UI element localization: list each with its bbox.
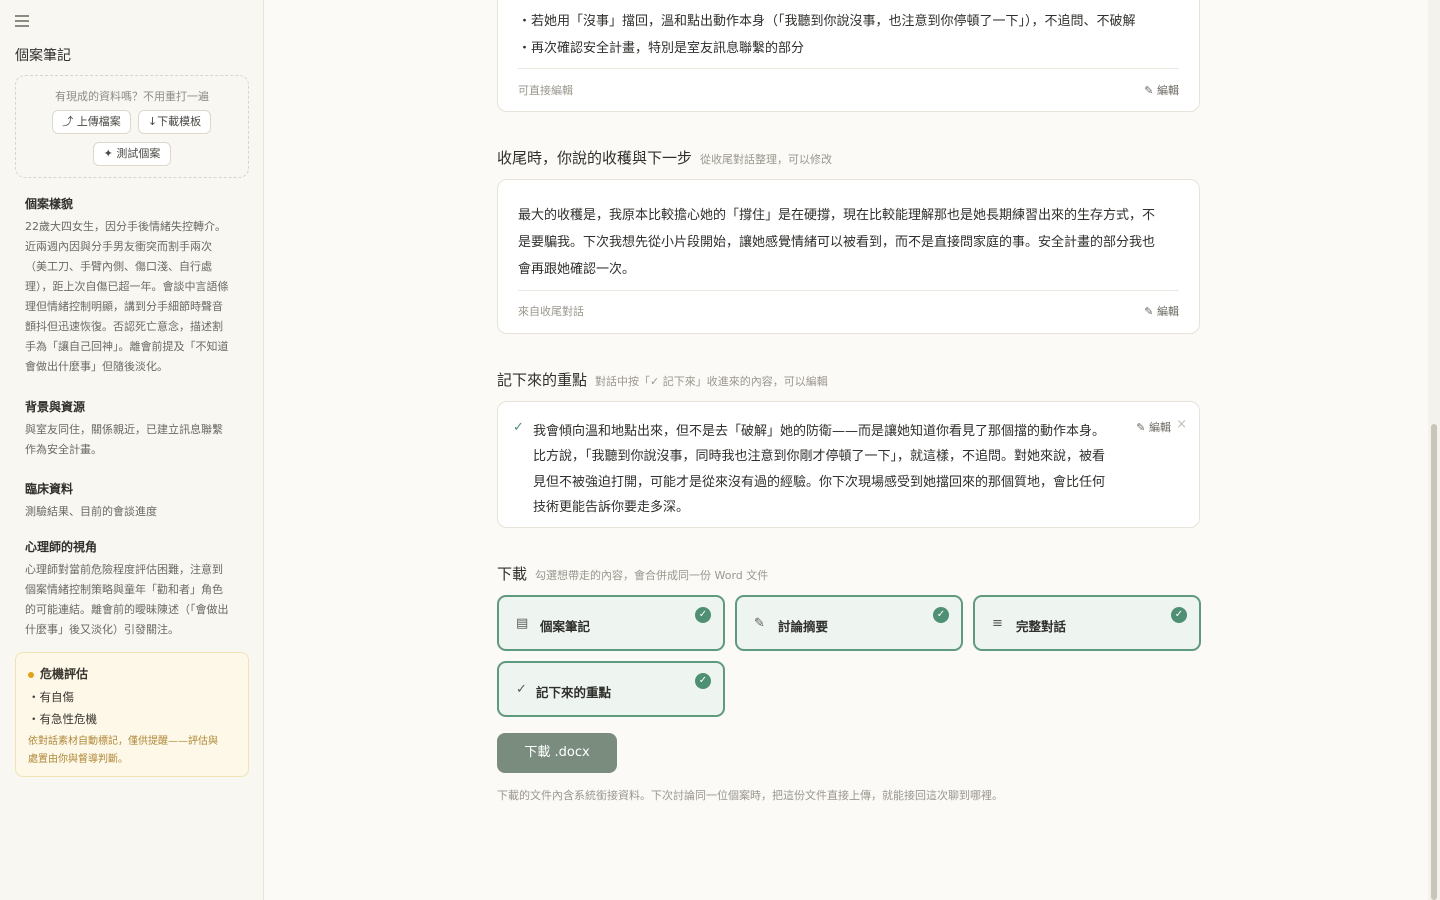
note-line: 我會傾向溫和地點出來，但不是去「破解」她的防衛——而是讓她知道你看見了那個擋的動… (533, 424, 1106, 439)
section-line: 的可能連結。離會前的曖昧陳述（「會做出 (25, 603, 229, 616)
risk-assessment-box: 危機評估 ・有自傷 ・有急性危機 依對話素材自動標記，僅供提醒——評估與 處置由… (15, 652, 249, 777)
risk-title: 危機評估 (28, 665, 88, 682)
option-label: 記下來的重點 (536, 685, 612, 700)
therapist-view-section: 心理師的視角 心理師對當前危險程度評估困難，注意到 個案情緒控制策略與童年「勸和… (25, 538, 240, 640)
option-label: 討論摘要 (778, 619, 829, 634)
risk-item: ・有自傷 (28, 690, 74, 704)
option-label: 個案筆記 (540, 619, 591, 634)
section-line: 作為安全計畫。 (25, 443, 102, 456)
download-option-summary[interactable]: ✎ 討論摘要 ✓ (735, 595, 963, 651)
note-line: 比方說，「我聽到你說沒事，同時我也注意到你剛才停頓了一下」，就這樣，不追問。對她… (533, 449, 1106, 464)
check-icon: ✓ (516, 682, 527, 697)
download-option-case-notes[interactable]: ▤ 個案筆記 ✓ (497, 595, 725, 651)
card-footer-label: 可直接編輯 (518, 84, 573, 97)
closing-card[interactable]: 最大的收穫是，我原本比較擔心她的「撐住」是在硬撐，現在比較能理解那也是她長期練習… (497, 179, 1200, 334)
section-line: 心理師對當前危險程度評估困難，注意到 (25, 563, 223, 576)
option-label: 完整對話 (1016, 619, 1067, 634)
section-line: 測驗結果、目前的會談進度 (25, 505, 157, 518)
edit-button[interactable]: ✎ 編輯 (1136, 419, 1171, 435)
checked-icon: ✓ (695, 607, 711, 623)
section-subtitle: 勾選想帶走的內容，會合併成同一份 Word 文件 (535, 569, 769, 582)
lines-icon: ≡ (992, 616, 1003, 631)
plan-line: ・若她用「沒事」擋回，溫和點出動作本身（「我聽到你說沒事，也注意到你停頓了一下」… (518, 14, 1136, 29)
section-subtitle: 從收尾對話整理，可以修改 (700, 153, 833, 166)
download-section-header: 下載 勾選想帶走的內容，會合併成同一份 Word 文件 (497, 563, 768, 584)
section-line: 理），距上次自傷已超一年。會談中言語條 (25, 280, 229, 293)
closing-line: 會再跟她確認一次。 (518, 262, 636, 277)
section-heading: 心理師的視角 (25, 540, 98, 554)
background-section: 背景與資源 與室友同住，關係親近，已建立訊息聯繫 作為安全計畫。 (25, 398, 240, 460)
sidebar-title: 個案筆記 (15, 48, 71, 64)
download-option-key-points[interactable]: ✓ 記下來的重點 ✓ (497, 661, 725, 717)
section-title: 收尾時，你說的收穫與下一步 (497, 149, 693, 167)
upload-dropzone[interactable]: 有現成的資料嗎？不用重打一遍 ⤴ 上傳檔案 ↓下載模板 ✦ 測試個案 (15, 75, 249, 178)
closing-section-header: 收尾時，你說的收穫與下一步 從收尾對話整理，可以修改 (497, 147, 832, 168)
checked-icon: ✓ (695, 673, 711, 689)
plan-card[interactable]: ・若她用「沒事」擋回，溫和點出動作本身（「我聽到你說沒事，也注意到你停頓了一下」… (497, 0, 1200, 112)
pencil-icon: ✎ (754, 616, 765, 631)
section-heading: 臨床資料 (25, 482, 74, 496)
case-profile-section: 個案樣貌 22歲大四女生，因分手後情緒失控轉介。 近兩週內因與分手男友衝突而割手… (25, 195, 240, 377)
check-icon: ✓ (513, 420, 524, 435)
clinical-data-section: 臨床資料 測驗結果、目前的會談進度 (25, 480, 240, 522)
divider (518, 68, 1179, 69)
section-line: 什麼事」後又淡化）引發關注。 (25, 623, 179, 636)
section-line: 近兩週內因與分手男友衝突而割手兩次 (25, 240, 212, 253)
closing-line: 最大的收穫是，我原本比較擔心她的「撐住」是在硬撐，現在比較能理解那也是她長期練習… (518, 208, 1156, 223)
section-heading: 個案樣貌 (25, 197, 74, 211)
section-line: 與室友同住，關係親近，已建立訊息聯繫 (25, 423, 223, 436)
section-title: 記下來的重點 (497, 371, 588, 389)
note-line: 技術更能告訴你要走多深。 (533, 500, 690, 515)
risk-note-line: 依對話素材自動標記，僅供提醒——評估與 (28, 736, 218, 747)
menu-icon[interactable] (15, 15, 29, 27)
plan-line: ・再次確認安全計畫，特別是室友訊息聯繫的部分 (518, 41, 805, 56)
closing-line: 是要騙我。下次我想先從小片段開始，讓她感覺情緒可以被看到，而不是直接問家庭的事。… (518, 235, 1156, 250)
risk-note: 依對話素材自動標記，僅供提醒——評估與 處置由你與督導判斷。 (28, 733, 238, 769)
risk-title-label: 危機評估 (40, 667, 89, 681)
scrollbar-thumb[interactable] (1431, 424, 1437, 900)
note-line: 見但不被強迫打開，可能才是從來沒有過的經驗。你下次現場感受到她擋回來的那個質地，… (533, 475, 1106, 490)
main-content: ・若她用「沒事」擋回，溫和點出動作本身（「我聽到你說沒事，也注意到你停頓了一下」… (264, 0, 1440, 900)
section-line: 22歲大四女生，因分手後情緒失控轉介。 (25, 220, 226, 233)
section-subtitle: 對話中按「✓ 記下來」收進來的內容，可以編輯 (595, 375, 828, 388)
card-footer-label: 來自收尾對話 (518, 305, 584, 318)
note-card[interactable]: ✓ 我會傾向溫和地點出來，但不是去「破解」她的防衛——而是讓她知道你看見了那個擋… (497, 401, 1200, 528)
section-line: 個案情緒控制策略與童年「勸和者」角色 (25, 583, 223, 596)
section-heading: 背景與資源 (25, 400, 86, 414)
section-line: 顫抖但迅速恢復。否認死亡意念，描述割 (25, 320, 223, 333)
warning-dot-icon (28, 671, 34, 678)
document-icon: ▤ (516, 616, 529, 631)
divider (518, 290, 1179, 291)
test-case-button[interactable]: ✦ 測試個案 (93, 142, 171, 166)
download-note: 下載的文件內含系統銜接資料。下次討論同一位個案時，把這份文件直接上傳，就能接回這… (497, 789, 1003, 802)
notes-section-header: 記下來的重點 對話中按「✓ 記下來」收進來的內容，可以編輯 (497, 369, 828, 390)
download-docx-button[interactable]: 下載 .docx (497, 733, 617, 773)
remove-icon[interactable]: × (1176, 417, 1187, 432)
section-line: （美工刀、手臂內側、傷口淺、自行處 (25, 260, 212, 273)
download-option-transcript[interactable]: ≡ 完整對話 ✓ (973, 595, 1201, 651)
sidebar: 個案筆記 有現成的資料嗎？不用重打一遍 ⤴ 上傳檔案 ↓下載模板 ✦ 測試個案 … (0, 0, 264, 900)
download-template-button[interactable]: ↓下載模板 (138, 110, 211, 134)
edit-button[interactable]: ✎ 編輯 (1144, 82, 1179, 98)
section-line: 手為「讓自己回神」。離會前提及「不知道 (25, 340, 229, 353)
section-line: 會做出什麼事」但隨後淡化。 (25, 360, 168, 373)
scrollbar[interactable] (1428, 0, 1440, 900)
upload-hint: 有現成的資料嗎？不用重打一遍 (55, 90, 209, 103)
section-title: 下載 (497, 565, 528, 583)
upload-file-button[interactable]: ⤴ 上傳檔案 (52, 110, 131, 134)
edit-button[interactable]: ✎ 編輯 (1144, 303, 1179, 319)
section-line: 理但情緒控制明顯，講到分手細節時聲音 (25, 300, 223, 313)
checked-icon: ✓ (933, 607, 949, 623)
checked-icon: ✓ (1171, 607, 1187, 623)
risk-note-line: 處置由你與督導判斷。 (28, 754, 128, 765)
risk-item: ・有急性危機 (28, 712, 97, 726)
